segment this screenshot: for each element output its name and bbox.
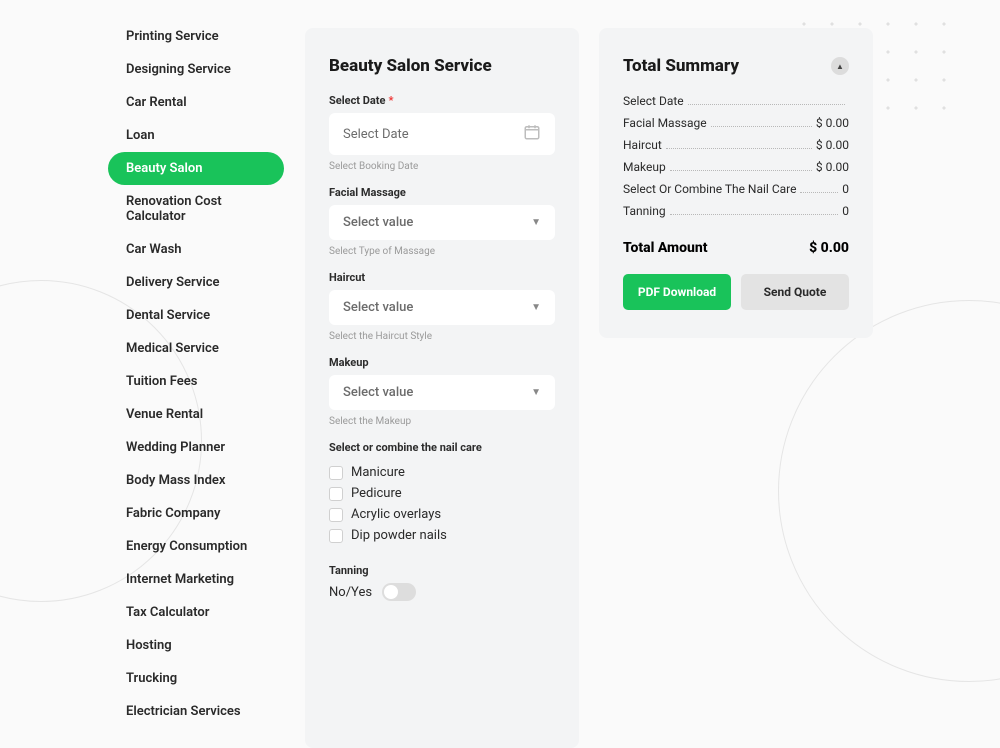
sidebar-item-beauty-salon[interactable]: Beauty Salon bbox=[108, 152, 284, 185]
sidebar-item-trucking[interactable]: Trucking bbox=[108, 662, 284, 695]
sidebar-item-car-wash[interactable]: Car Wash bbox=[108, 233, 284, 266]
summary-line-label: Facial Massage bbox=[623, 116, 707, 130]
summary-line-value: 0 bbox=[842, 204, 849, 218]
summary-line: Tanning 0 bbox=[623, 204, 849, 218]
nailcare-option-acrylic-overlays[interactable]: Acrylic overlays bbox=[329, 504, 555, 525]
sidebar-item-dental-service[interactable]: Dental Service bbox=[108, 299, 284, 332]
sidebar-item-delivery-service[interactable]: Delivery Service bbox=[108, 266, 284, 299]
sidebar-item-electrician-services[interactable]: Electrician Services bbox=[108, 695, 284, 728]
nailcare-option-pedicure[interactable]: Pedicure bbox=[329, 483, 555, 504]
makeup-select[interactable]: Select value ▼ bbox=[329, 375, 555, 410]
summary-line: Select Or Combine The Nail Care 0 bbox=[623, 182, 849, 196]
sidebar-item-venue-rental[interactable]: Venue Rental bbox=[108, 398, 284, 431]
chevron-down-icon: ▼ bbox=[531, 217, 541, 228]
total-amount-label: Total Amount bbox=[623, 240, 708, 256]
tanning-toggle[interactable] bbox=[382, 583, 416, 601]
makeup-helper: Select the Makeup bbox=[329, 416, 555, 427]
haircut-helper: Select the Haircut Style bbox=[329, 331, 555, 342]
chevron-down-icon: ▼ bbox=[531, 302, 541, 313]
checkbox-icon bbox=[329, 487, 343, 501]
facial-helper: Select Type of Massage bbox=[329, 246, 555, 257]
summary-line: Select Date bbox=[623, 94, 849, 108]
checkbox-label: Pedicure bbox=[351, 486, 402, 501]
dotted-leader bbox=[666, 148, 812, 149]
sidebar-item-energy-consumption[interactable]: Energy Consumption bbox=[108, 530, 284, 563]
summary-line-value: 0 bbox=[842, 182, 849, 196]
sidebar-item-renovation-cost-calculator[interactable]: Renovation Cost Calculator bbox=[108, 185, 284, 233]
dotted-leader bbox=[670, 214, 839, 215]
sidebar-item-medical-service[interactable]: Medical Service bbox=[108, 332, 284, 365]
checkbox-label: Manicure bbox=[351, 465, 405, 480]
total-amount-value: $ 0.00 bbox=[809, 240, 849, 256]
dotted-leader bbox=[670, 170, 812, 171]
summary-line-label: Select Or Combine The Nail Care bbox=[623, 182, 796, 196]
summary-line: Facial Massage $ 0.00 bbox=[623, 116, 849, 130]
required-marker: * bbox=[388, 94, 393, 107]
sidebar-item-car-rental[interactable]: Car Rental bbox=[108, 86, 284, 119]
summary-lines: Select Date Facial Massage $ 0.00 Haircut $ … bbox=[623, 94, 849, 218]
nailcare-label: Select or combine the nail care bbox=[329, 441, 555, 454]
tanning-value-text: No/Yes bbox=[329, 585, 372, 600]
summary-line-value: $ 0.00 bbox=[816, 138, 849, 152]
sidebar-item-designing-service[interactable]: Designing Service bbox=[108, 53, 284, 86]
makeup-label: Makeup bbox=[329, 356, 555, 369]
sidebar-item-body-mass-index[interactable]: Body Mass Index bbox=[108, 464, 284, 497]
sidebar-item-internet-marketing[interactable]: Internet Marketing bbox=[108, 563, 284, 596]
facial-select[interactable]: Select value ▼ bbox=[329, 205, 555, 240]
sidebar-item-loan[interactable]: Loan bbox=[108, 119, 284, 152]
summary-line: Haircut $ 0.00 bbox=[623, 138, 849, 152]
haircut-select[interactable]: Select value ▼ bbox=[329, 290, 555, 325]
tanning-label: Tanning bbox=[329, 564, 555, 577]
dotted-leader bbox=[800, 192, 838, 193]
nailcare-option-manicure[interactable]: Manicure bbox=[329, 462, 555, 483]
sidebar-item-hosting[interactable]: Hosting bbox=[108, 629, 284, 662]
collapse-icon[interactable]: ▲ bbox=[831, 57, 849, 75]
sidebar: Printing ServiceDesigning ServiceCar Ren… bbox=[0, 0, 285, 748]
calendar-icon bbox=[523, 123, 541, 145]
summary-line-label: Tanning bbox=[623, 204, 666, 218]
chevron-down-icon: ▼ bbox=[531, 387, 541, 398]
nailcare-option-dip-powder-nails[interactable]: Dip powder nails bbox=[329, 525, 555, 546]
haircut-label: Haircut bbox=[329, 271, 555, 284]
pdf-download-button[interactable]: PDF Download bbox=[623, 274, 731, 310]
summary-line-value: $ 0.00 bbox=[816, 116, 849, 130]
summary-line: Makeup $ 0.00 bbox=[623, 160, 849, 174]
nailcare-options: Manicure Pedicure Acrylic overlays Dip powd… bbox=[329, 462, 555, 546]
date-helper: Select Booking Date bbox=[329, 161, 555, 172]
date-label: Select Date * bbox=[329, 94, 555, 107]
dotted-leader bbox=[711, 126, 812, 127]
checkbox-label: Dip powder nails bbox=[351, 528, 447, 543]
total-summary: Total Summary ▲ Select Date Facial Massag… bbox=[599, 28, 873, 338]
checkbox-label: Acrylic overlays bbox=[351, 507, 441, 522]
checkbox-icon bbox=[329, 466, 343, 480]
facial-label: Facial Massage bbox=[329, 186, 555, 199]
summary-title: Total Summary bbox=[623, 56, 739, 76]
checkbox-icon bbox=[329, 529, 343, 543]
sidebar-item-fabric-company[interactable]: Fabric Company bbox=[108, 497, 284, 530]
sidebar-item-wedding-planner[interactable]: Wedding Planner bbox=[108, 431, 284, 464]
date-placeholder: Select Date bbox=[343, 127, 409, 142]
summary-line-label: Haircut bbox=[623, 138, 662, 152]
sidebar-item-tuition-fees[interactable]: Tuition Fees bbox=[108, 365, 284, 398]
send-quote-button[interactable]: Send Quote bbox=[741, 274, 849, 310]
beauty-salon-form: Beauty Salon Service Select Date * Selec… bbox=[305, 28, 579, 748]
summary-line-label: Select Date bbox=[623, 94, 684, 108]
sidebar-item-printing-service[interactable]: Printing Service bbox=[108, 20, 284, 53]
checkbox-icon bbox=[329, 508, 343, 522]
summary-line-label: Makeup bbox=[623, 160, 666, 174]
form-title: Beauty Salon Service bbox=[329, 56, 555, 76]
summary-line-value: $ 0.00 bbox=[816, 160, 849, 174]
date-input[interactable]: Select Date bbox=[329, 113, 555, 155]
dotted-leader bbox=[688, 104, 845, 105]
